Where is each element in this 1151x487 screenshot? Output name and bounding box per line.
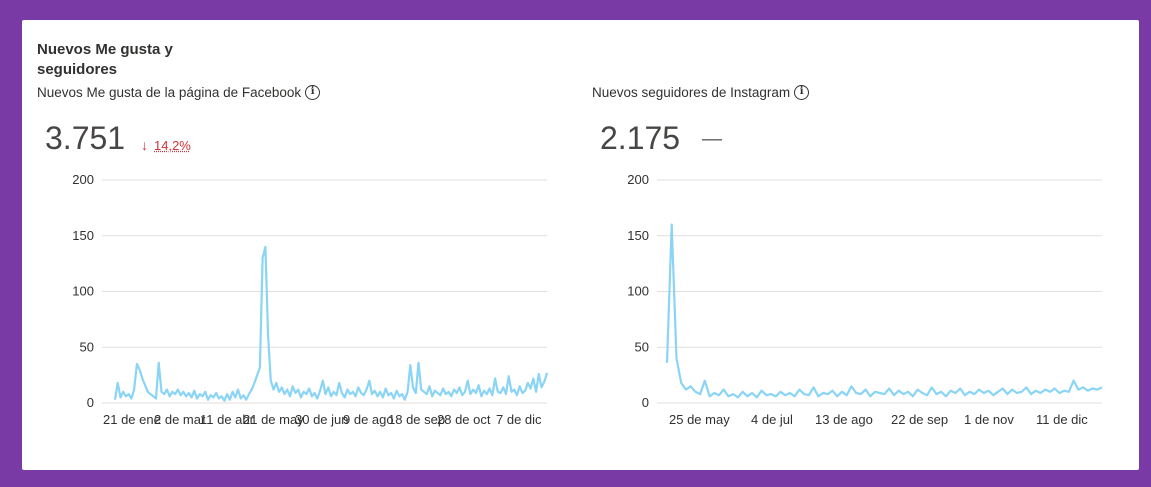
instagram-change: —: [702, 128, 722, 150]
info-icon[interactable]: i: [794, 85, 810, 100]
instagram-panel: Nuevos seguidores de Instagram i 2.175 —…: [592, 20, 1127, 470]
purple-frame: Nuevos Me gusta y seguidores Nuevos Me g…: [0, 0, 1151, 487]
y-tick-label: 200: [72, 172, 94, 187]
x-tick-label: 9 de ago: [343, 412, 394, 427]
x-tick-label: 2 de mar: [154, 412, 206, 427]
x-tick-label: 30 de jun: [295, 412, 349, 427]
y-tick-label: 50: [635, 339, 649, 354]
y-tick-label: 200: [627, 172, 649, 187]
y-tick-label: 0: [642, 395, 649, 410]
y-tick-label: 50: [80, 339, 94, 354]
facebook-change-percent[interactable]: 14,2%: [154, 138, 191, 153]
x-tick-label: 13 de ago: [815, 412, 873, 427]
series-line: [113, 245, 549, 402]
facebook-panel: Nuevos Me gusta de la página de Facebook…: [37, 20, 572, 470]
facebook-panel-title: Nuevos Me gusta de la página de Facebook…: [37, 85, 321, 100]
series-line: [665, 223, 1103, 399]
y-tick-label: 100: [627, 284, 649, 299]
y-tick-label: 150: [627, 228, 649, 243]
x-tick-label: 4 de jul: [751, 412, 793, 427]
y-tick-label: 0: [87, 395, 94, 410]
arrow-down-icon: ↓: [141, 137, 148, 153]
x-tick-label: 1 de nov: [964, 412, 1014, 427]
instagram-metric-value: 2.175: [600, 120, 681, 156]
x-tick-label: 7 de dic: [496, 412, 542, 427]
x-tick-label: 21 de ene: [103, 412, 161, 427]
x-tick-label: 25 de may: [669, 412, 730, 427]
x-tick-label: 28 de oct: [437, 412, 491, 427]
instagram-panel-title: Nuevos seguidores de Instagram i: [592, 85, 810, 100]
facebook-metric-value: 3.751: [45, 120, 126, 156]
facebook-title-text: Nuevos Me gusta de la página de Facebook: [37, 85, 302, 100]
metrics-card: Nuevos Me gusta y seguidores Nuevos Me g…: [22, 20, 1139, 470]
info-icon[interactable]: i: [305, 85, 321, 100]
x-tick-label: 22 de sep: [891, 412, 948, 427]
instagram-followers-chart: 0 50 100 150 200 25 de may 4 de jul 13 de ago 22…: [627, 172, 1103, 427]
facebook-likes-chart: 05010015020021 de ene2 de mar11 de abr21…: [72, 172, 549, 427]
facebook-change: ↓ 14,2%: [141, 137, 191, 153]
y-tick-label: 150: [72, 228, 94, 243]
instagram-title-text: Nuevos seguidores de Instagram: [592, 85, 791, 100]
x-tick-label: 11 de dic: [1036, 412, 1088, 427]
y-tick-label: 100: [72, 284, 94, 299]
